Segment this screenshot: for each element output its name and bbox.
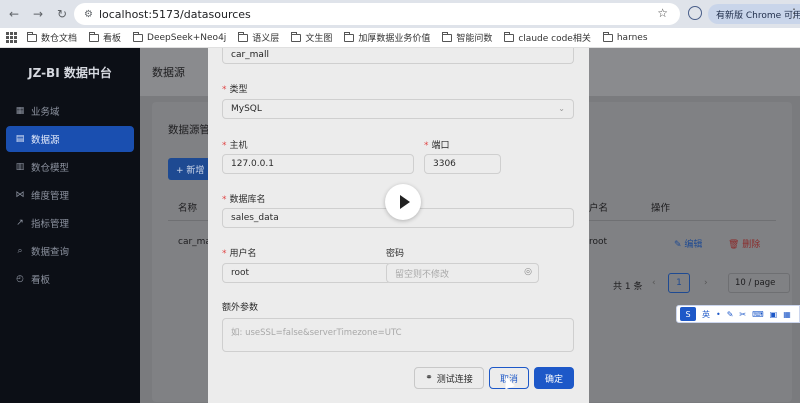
chart-icon: ↗ [16,218,24,228]
search-icon: ⌕ [17,246,23,256]
ime-logo-icon: S [680,307,696,321]
reload-icon[interactable]: ↻ [52,4,72,24]
type-select[interactable]: MySQL ⌄ [222,99,574,119]
ime-punctuation-icon[interactable]: • [716,310,721,319]
folder-icon [504,31,515,42]
folder-icon [27,31,37,42]
browser-menu-icon[interactable]: ⋮ [788,6,800,20]
extra-params-label: 额外参数 [222,303,259,313]
port-label: * 端口 [424,141,450,151]
sidebar-item-datasource[interactable]: ▤ 数据源 [6,126,134,152]
page-title: 数据源 [152,66,185,79]
bookmark-item[interactable]: 数仓文档 [27,31,77,44]
folder-icon [238,31,249,42]
page-size-select[interactable]: 10 / page [728,273,790,293]
host-input[interactable]: 127.0.0.1 [222,154,414,174]
grid-icon: ▦ [15,106,25,116]
chevron-left-icon[interactable]: ‹ [652,278,656,288]
folder-icon [344,31,355,42]
bookmark-item[interactable]: DeepSeek+Neo4j [133,31,226,43]
host-label: * 主机 [222,141,248,151]
column-header-username: 户名 [589,203,609,214]
play-icon[interactable] [385,184,421,220]
sidebar-item-dimension[interactable]: ⋈ 维度管理 [6,182,134,208]
chevron-down-icon: ⌄ [558,104,565,113]
layers-icon: ▥ [15,162,25,172]
edit-datasource-modal: car_mall * 类型 MySQL ⌄ * 主机 127.0.0.1 * 端口 33… [208,48,589,403]
delete-button[interactable]: 🗑 删除 [728,237,760,250]
link-icon: ⚭ [425,373,433,383]
bookmark-item[interactable]: claude code相关 [504,31,591,44]
profile-icon[interactable] [688,6,702,20]
database-label: * 数据库名 [222,195,266,205]
column-header-name: 名称 [178,203,198,214]
bookmark-item[interactable]: 语义层 [238,31,279,44]
folder-icon [291,31,302,42]
test-connection-button[interactable]: ⚭ 测试连接 [414,367,484,389]
username-input[interactable]: root [222,263,391,283]
username-label: * 用户名 [222,249,257,259]
bookmark-item[interactable]: harnes [602,31,648,43]
folder-icon [602,31,613,42]
apps-grid-icon[interactable] [6,32,17,43]
app-logo: JZ-BI 数据中台 [28,65,112,80]
ime-skin-icon[interactable]: ▣ [770,310,778,319]
pagination-page[interactable]: 1 [668,273,690,293]
bookmark-item[interactable]: 加厚数据业务价值 [344,31,430,44]
edit-button[interactable]: ✎ 编辑 [674,237,702,250]
sidebar-item-metric[interactable]: ↗ 指标管理 [6,210,134,236]
row-username: root [589,237,608,247]
bookmark-item[interactable]: 智能问数 [442,31,492,44]
database-icon: ▤ [15,134,25,144]
confirm-button[interactable]: 确定 [534,367,574,389]
ime-pen-icon[interactable]: ✎ [727,310,734,319]
ime-language[interactable]: 英 [702,309,710,320]
address-bar[interactable]: ⚙ localhost:5173/datasources ☆ [74,3,680,25]
chevron-right-icon[interactable]: › [704,278,708,288]
trash-icon: 🗑 [728,240,743,250]
share-icon: ⋈ [15,190,25,200]
url-text: localhost:5173/datasources [98,7,251,21]
name-input[interactable]: car_mall [222,48,574,64]
site-info-icon[interactable]: ⚙ [84,9,93,20]
password-input[interactable]: 留空则不修改 ◎ [386,263,539,283]
type-label: * 类型 [222,85,248,95]
back-arrow-icon[interactable]: ← [4,4,24,24]
eye-off-icon[interactable]: ◎ [524,267,532,277]
bookmark-item[interactable]: 文生图 [291,31,332,44]
extra-params-textarea[interactable]: 如: useSSL=false&serverTimezone=UTC [222,318,574,352]
folder-icon [442,31,453,42]
forward-arrow-icon[interactable]: → [28,4,48,24]
pagination-total: 共 1 条 [613,282,643,292]
sidebar-item-dw-model[interactable]: ▥ 数仓模型 [6,154,134,180]
sidebar-item-business-domain[interactable]: ▦ 业务域 [6,98,134,124]
dashboard-icon: ◴ [16,274,24,284]
card-title: 数据源管 [168,124,210,136]
edit-icon: ✎ [674,240,685,250]
ime-toolbar[interactable]: S 英 • ✎ ✂ ⌨ ▣ ▦ [676,305,800,323]
sidebar-item-query[interactable]: ⌕ 数据查询 [6,238,134,264]
ime-scissors-icon[interactable]: ✂ [739,310,746,319]
chrome-update-button[interactable]: 有新版 Chrome 可用 [708,4,800,24]
port-input[interactable]: 3306 [424,154,501,174]
password-label: 密码 [386,249,405,259]
ime-keyboard-icon[interactable]: ⌨ [752,310,764,319]
bookmark-item[interactable]: 看板 [89,31,121,44]
ime-menu-icon[interactable]: ▦ [783,310,791,319]
folder-icon [89,31,100,42]
column-header-actions: 操作 [651,203,671,214]
sidebar: JZ-BI 数据中台 ▦ 业务域 ▤ 数据源 ▥ 数仓模型 ⋈ 维度管理 ↗ 指标管理 ⌕… [0,48,140,403]
sidebar-item-dashboard[interactable]: ◴ 看板 [6,266,134,292]
browser-toolbar: ← → ↻ ⚙ localhost:5173/datasources ☆ 有新版… [0,0,800,28]
bookmarks-bar: 数仓文档 看板 DeepSeek+Neo4j 语义层 文生图 加厚数据业务价值 … [0,28,800,48]
bookmark-star-icon[interactable]: ☆ [657,6,668,20]
folder-icon [133,31,144,42]
